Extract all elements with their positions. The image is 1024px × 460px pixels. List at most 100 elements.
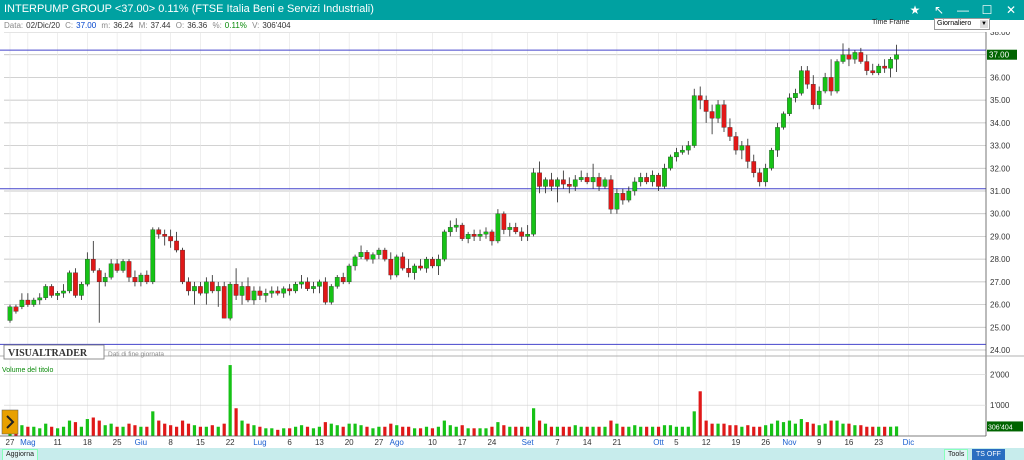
- candle-body: [370, 254, 376, 260]
- volume-bar: [50, 426, 54, 436]
- aggiorna-button[interactable]: Aggiorna: [2, 449, 39, 460]
- volume-bar: [853, 425, 857, 436]
- title-bar: INTERPUMP GROUP <37.00> 0.11% (FTSE Ital…: [0, 0, 1024, 20]
- candle-body: [555, 179, 560, 187]
- volume-bar: [627, 426, 631, 436]
- date-label: Data:: [4, 21, 24, 30]
- candle-body: [138, 274, 144, 283]
- volume-bar: [532, 408, 536, 436]
- candle-body: [650, 174, 655, 183]
- max-value: 37.44: [150, 21, 171, 30]
- maximize-icon[interactable]: ☐: [978, 1, 996, 19]
- volume-bar: [805, 422, 809, 436]
- time-tick-label: 20: [345, 438, 354, 447]
- candle-body: [328, 286, 334, 303]
- candle-body: [102, 277, 108, 283]
- candle-body: [67, 272, 72, 292]
- time-tick-label: 26: [761, 438, 770, 447]
- volume-bar: [609, 420, 613, 436]
- volume-bar: [764, 425, 768, 436]
- candle-body: [602, 179, 608, 187]
- price-tick-label: 31.00: [990, 187, 1011, 196]
- candle-body: [311, 286, 316, 289]
- close-icon[interactable]: ✕: [1002, 1, 1020, 19]
- time-tick-label: Mag: [20, 438, 36, 447]
- volume-tick-label: 1'000: [990, 401, 1010, 410]
- volume-bar: [317, 426, 321, 436]
- candle-body: [543, 179, 548, 187]
- candle-body: [275, 290, 281, 294]
- min-label: m:: [101, 21, 111, 30]
- volume-bar: [329, 423, 333, 436]
- candle-body: [209, 281, 215, 292]
- candle-body: [578, 177, 584, 180]
- time-tick-label: Lug: [253, 438, 266, 447]
- candle-body: [251, 290, 257, 301]
- minimize-icon[interactable]: —: [954, 1, 972, 19]
- volume-bar: [163, 423, 167, 436]
- volume-bar: [680, 426, 684, 436]
- timeframe-select[interactable]: Giornaliero ▼: [934, 18, 990, 30]
- volume-bar: [520, 426, 524, 436]
- candle-body: [864, 61, 870, 71]
- arrow-icon[interactable]: ↖: [930, 1, 948, 19]
- open-value: 36.36: [187, 21, 208, 30]
- candle-body: [299, 281, 304, 285]
- price-tick-label: 24.00: [990, 346, 1011, 355]
- price-chart[interactable]: 24.00 25.00 26.00 27.00 28.00 29.00 30.00 31.00…: [0, 32, 1024, 448]
- volume-label: V:: [252, 21, 260, 30]
- volume-bar: [204, 426, 208, 436]
- star-icon[interactable]: ★: [906, 1, 924, 19]
- candle-body: [37, 297, 43, 301]
- volume-bar: [472, 428, 476, 436]
- ts-off-button[interactable]: TS OFF: [972, 449, 1005, 460]
- volume-bar: [567, 426, 571, 436]
- candle-body: [840, 54, 846, 62]
- volume-bar: [56, 428, 60, 436]
- time-tick-label: Giu: [135, 438, 147, 447]
- volume-bar: [32, 426, 36, 436]
- candle-body: [317, 281, 322, 287]
- volume-bar: [347, 423, 351, 436]
- volume-bar: [175, 426, 179, 436]
- close-value: 37.00: [76, 21, 97, 30]
- volume-bar: [359, 425, 363, 436]
- candle-body: [471, 234, 477, 237]
- candle-body: [614, 193, 620, 210]
- candle-body: [221, 286, 227, 319]
- candle-body: [680, 149, 685, 153]
- volume-bar: [454, 426, 458, 436]
- candle-body: [114, 263, 120, 271]
- volume-bar: [722, 423, 726, 436]
- time-tick-label: 21: [612, 438, 621, 447]
- candle-body: [424, 258, 429, 269]
- candle-body: [25, 299, 31, 305]
- dropdown-icon[interactable]: ▼: [980, 20, 988, 28]
- volume-bar: [615, 423, 619, 436]
- pct-value: 0.11%: [224, 21, 247, 30]
- candle-body: [406, 268, 412, 273]
- candle-body: [894, 54, 899, 60]
- volume-bar: [264, 428, 268, 436]
- candle-body: [305, 281, 310, 289]
- volume-bar: [234, 408, 238, 436]
- volume-bar: [276, 429, 280, 436]
- candle-body: [186, 281, 191, 292]
- volume-bar: [252, 425, 256, 436]
- candle-body: [507, 227, 513, 230]
- close-label: C:: [65, 21, 74, 30]
- time-tick-label: 24: [487, 438, 496, 447]
- candle-body: [834, 61, 840, 92]
- data-note: Dati di fine giornata: [108, 351, 164, 358]
- candle-body: [751, 161, 757, 173]
- time-tick-label: 17: [458, 438, 467, 447]
- candle-body: [126, 261, 132, 278]
- volume-bar: [169, 425, 173, 436]
- price-tick-label: 26.00: [990, 301, 1011, 310]
- candle-body: [233, 283, 239, 296]
- volume-bar: [103, 425, 107, 436]
- candle-body: [108, 263, 114, 278]
- volume-bar: [549, 426, 554, 436]
- volume-bar: [746, 425, 750, 436]
- tools-button[interactable]: Tools: [944, 449, 969, 460]
